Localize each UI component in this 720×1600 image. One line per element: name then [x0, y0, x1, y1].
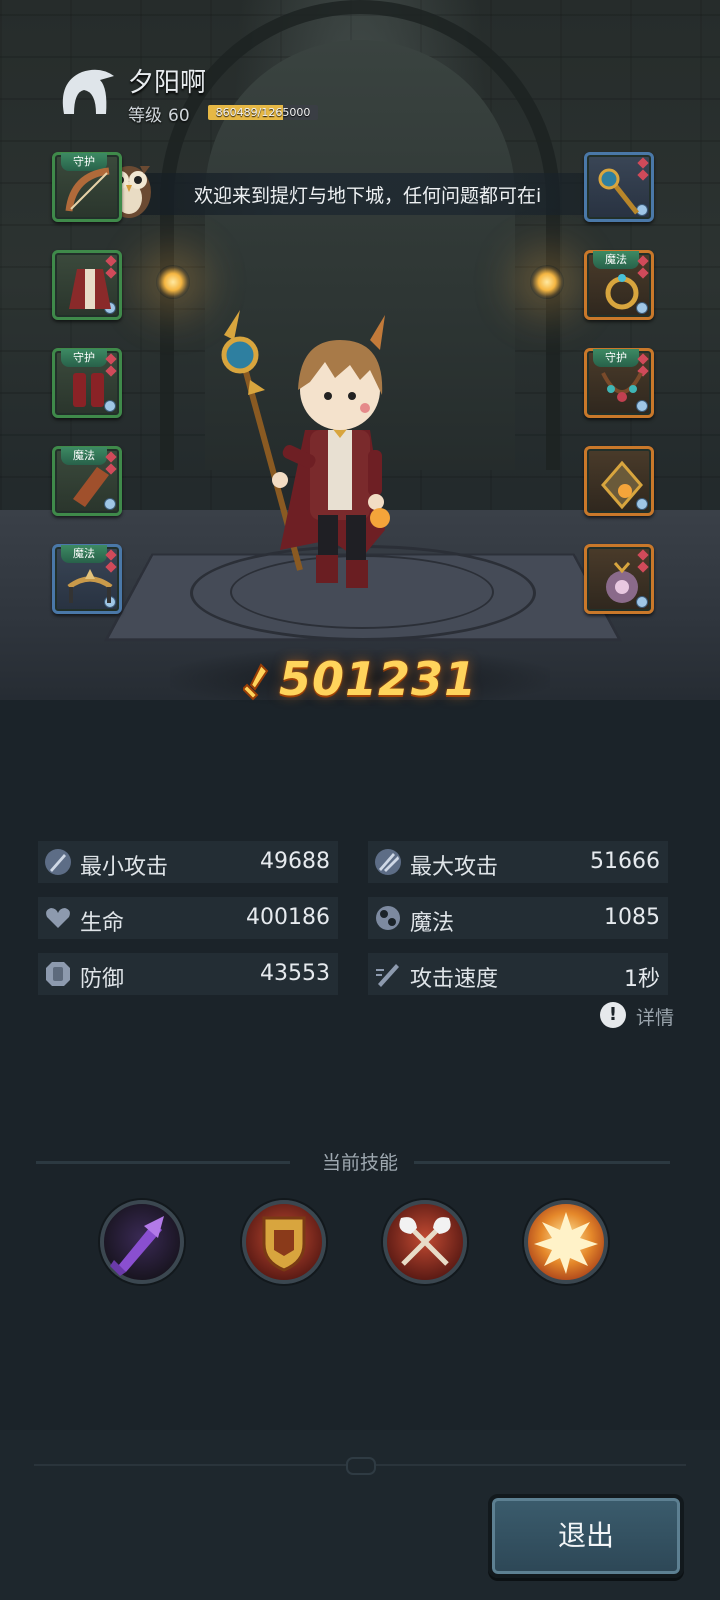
- skill-slot-2[interactable]: [242, 1200, 326, 1284]
- equip-slot-left-3[interactable]: 守护: [52, 348, 122, 418]
- skill-slot-4[interactable]: [524, 1200, 608, 1284]
- stat-label: 魔法: [410, 911, 455, 936]
- bow-icon: [65, 167, 110, 212]
- helmet-avatar-icon[interactable]: [56, 62, 116, 122]
- circlet-icon: [67, 569, 113, 603]
- stat-label: 防御: [80, 967, 125, 992]
- level-label: 等级 60: [128, 101, 190, 126]
- level-text: 等级: [128, 106, 162, 126]
- min-attack-icon: [45, 849, 71, 875]
- xp-bar: 860489/1265000: [208, 105, 318, 120]
- stat-magic: 魔法 1085: [368, 897, 668, 939]
- stat-value: 1秒: [624, 967, 660, 992]
- welcome-banner[interactable]: 欢迎来到提灯与地下城，任何问题都可在i: [140, 173, 610, 215]
- stat-value: 400186: [246, 905, 330, 930]
- necklace-icon: [601, 372, 643, 402]
- stat-label: 攻击速度: [410, 967, 499, 992]
- shield-icon: [46, 962, 70, 986]
- stat-min-attack: 最小攻击 49688: [38, 841, 338, 883]
- skills-title: 当前技能: [321, 1152, 398, 1174]
- robe-icon: [69, 269, 111, 309]
- max-attack-icon: [375, 849, 401, 875]
- heart-icon: [46, 908, 70, 928]
- xp-text: 860489/1265000: [215, 106, 311, 119]
- boots-icon: [73, 373, 104, 407]
- crossed-axes-skill-icon: [399, 1217, 451, 1266]
- equip-slot-right-5[interactable]: [584, 544, 654, 614]
- speed-icon: [376, 964, 399, 987]
- equip-slot-right-4[interactable]: [584, 446, 654, 516]
- skill-slot-3[interactable]: [383, 1200, 467, 1284]
- divider-ornament-icon: [346, 1457, 376, 1475]
- explosion-skill-icon: [534, 1212, 598, 1274]
- stat-label: 最大攻击: [410, 855, 499, 880]
- stat-label: 最小攻击: [80, 855, 169, 880]
- equip-slot-left-5[interactable]: 魔法: [52, 544, 122, 614]
- purple-sword-skill-icon: [110, 1216, 164, 1276]
- hero-character[interactable]: [210, 310, 450, 600]
- magic-icon: [376, 906, 400, 930]
- amulet-icon: [601, 460, 643, 510]
- equip-slot-right-3[interactable]: 守护: [584, 348, 654, 418]
- stat-label: 生命: [80, 911, 125, 936]
- stat-hp: 生命 400186: [38, 897, 338, 939]
- ring-icon: [605, 274, 639, 310]
- stat-defense: 防御 43553: [38, 953, 338, 995]
- combat-power-value: 501231: [278, 652, 478, 706]
- stat-value: 49688: [260, 849, 330, 874]
- sword-power-icon: [242, 662, 269, 700]
- torch-left: [156, 265, 190, 299]
- stat-max-attack: 最大攻击 51666: [368, 841, 668, 883]
- player-name: 夕阳啊: [128, 68, 207, 98]
- torch-right: [530, 265, 564, 299]
- stat-attack-speed: 攻击速度 1秒: [368, 953, 668, 995]
- staff-icon: [598, 168, 639, 215]
- equip-slot-right-2[interactable]: 魔法: [584, 250, 654, 320]
- level-value: 60: [168, 106, 190, 126]
- skill-slot-1[interactable]: [100, 1200, 184, 1284]
- welcome-text: 欢迎来到提灯与地下城，任何问题都可在i: [194, 185, 542, 207]
- stat-value: 1085: [604, 905, 660, 930]
- equip-slot-left-4[interactable]: 魔法: [52, 446, 122, 516]
- helmet-shield-skill-icon: [262, 1216, 306, 1272]
- combat-power: 501231: [0, 652, 720, 706]
- stat-value: 43553: [260, 961, 330, 986]
- details-label: 详情: [636, 1007, 675, 1029]
- stat-value: 51666: [590, 849, 660, 874]
- charm-icon: [606, 562, 638, 603]
- equip-slot-left-2[interactable]: [52, 250, 122, 320]
- equip-slot-right-1[interactable]: [584, 152, 654, 222]
- exit-button[interactable]: 退出: [488, 1494, 684, 1578]
- bracer-icon: [73, 467, 109, 507]
- info-icon: !: [600, 1002, 626, 1028]
- equip-slot-left-1[interactable]: 守护: [52, 152, 122, 222]
